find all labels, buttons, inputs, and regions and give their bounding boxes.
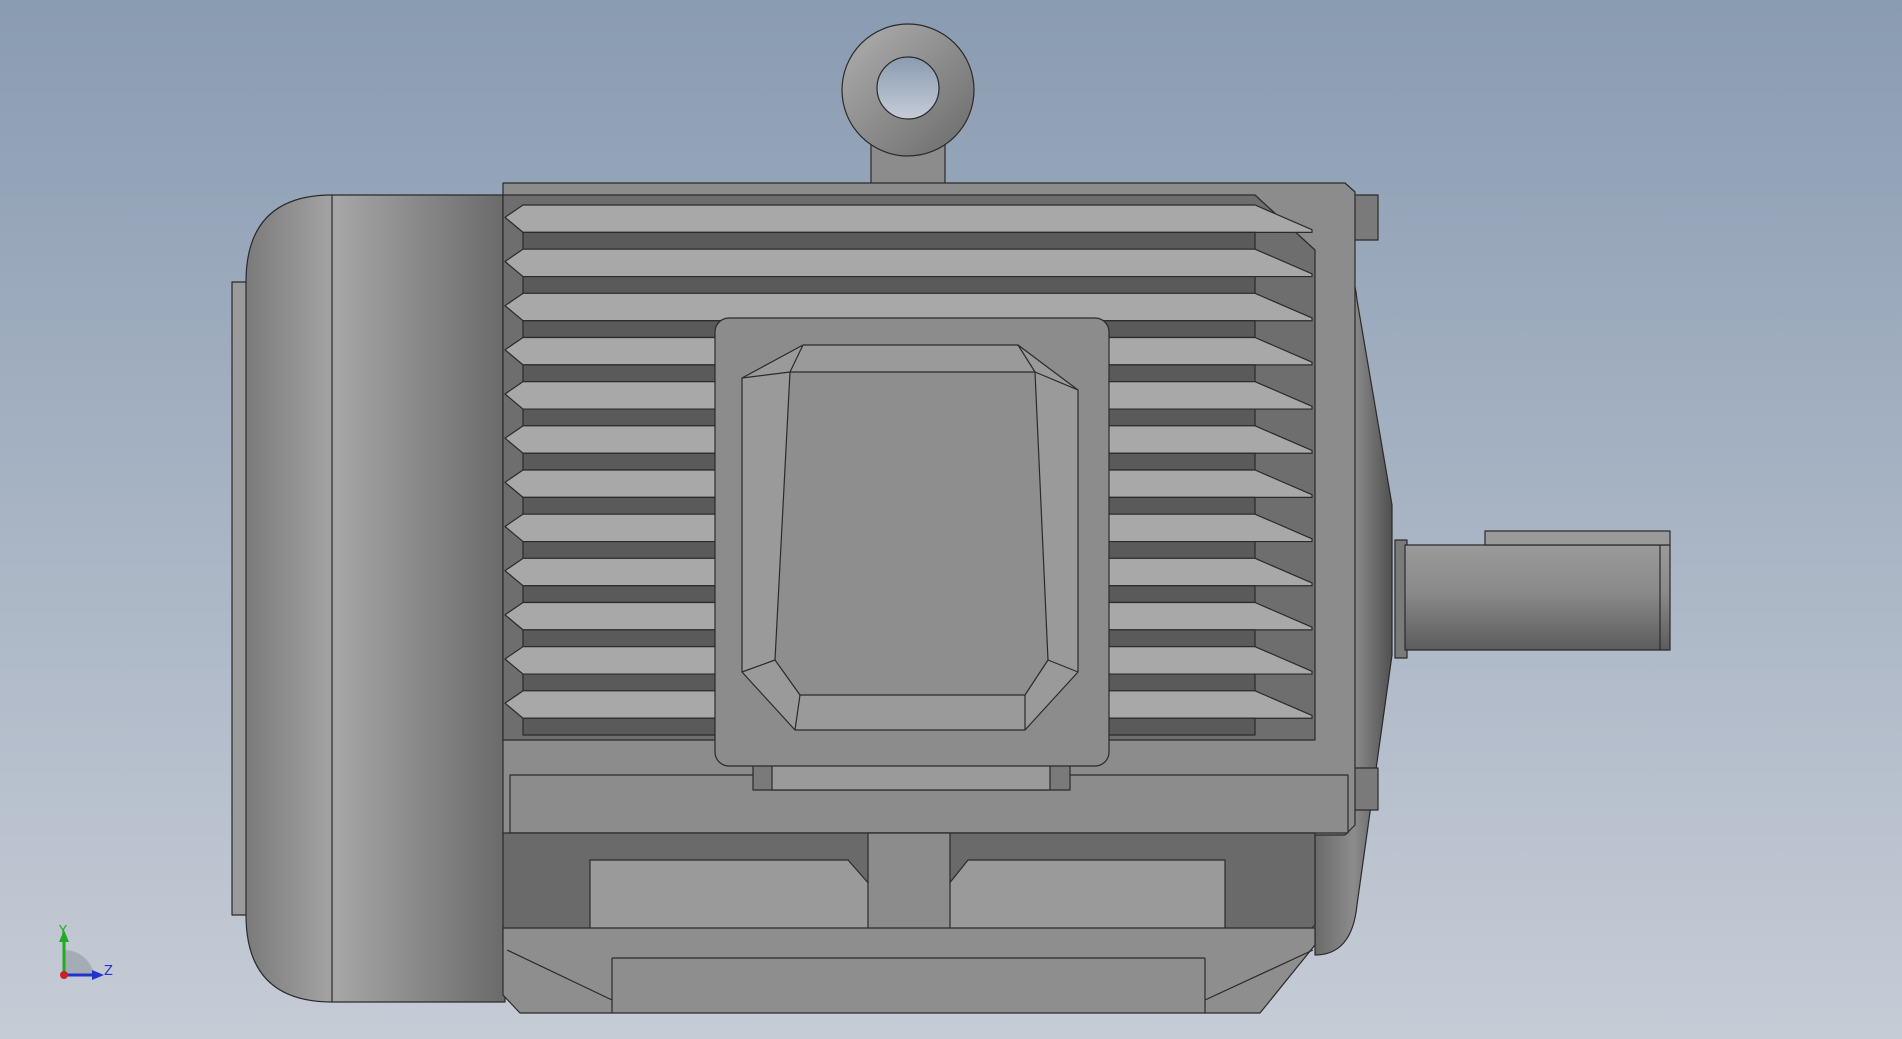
cooling-fin (504, 204, 1313, 233)
cooling-fin (504, 292, 1313, 322)
fin-gap (522, 275, 1256, 294)
foot-base-plate (502, 927, 1316, 1014)
mounting-feet[interactable] (502, 774, 1349, 1014)
model-canvas[interactable]: Y Z (0, 0, 1902, 1039)
fan-cowl[interactable] (231, 194, 506, 1003)
shaft-key (1484, 530, 1671, 546)
motor-shaft[interactable] (1394, 530, 1671, 659)
terminal-box-lid-face (774, 371, 1049, 696)
eye-bolt-hole (876, 56, 940, 120)
fan-cowl-body (245, 194, 506, 1003)
shaft-body (1404, 544, 1671, 651)
triad-y-label: Y (58, 924, 67, 939)
triad-x-axis-dot (60, 971, 68, 979)
fin-gap (522, 231, 1256, 250)
terminal-box[interactable] (714, 317, 1110, 791)
triad-z-label: Z (104, 964, 113, 979)
graphics-viewport[interactable]: Y Z (0, 0, 1902, 1039)
end-shield-bolt-bottom (1351, 767, 1379, 811)
cooling-fin (504, 248, 1313, 278)
end-shield-bolt-top (1351, 194, 1379, 241)
